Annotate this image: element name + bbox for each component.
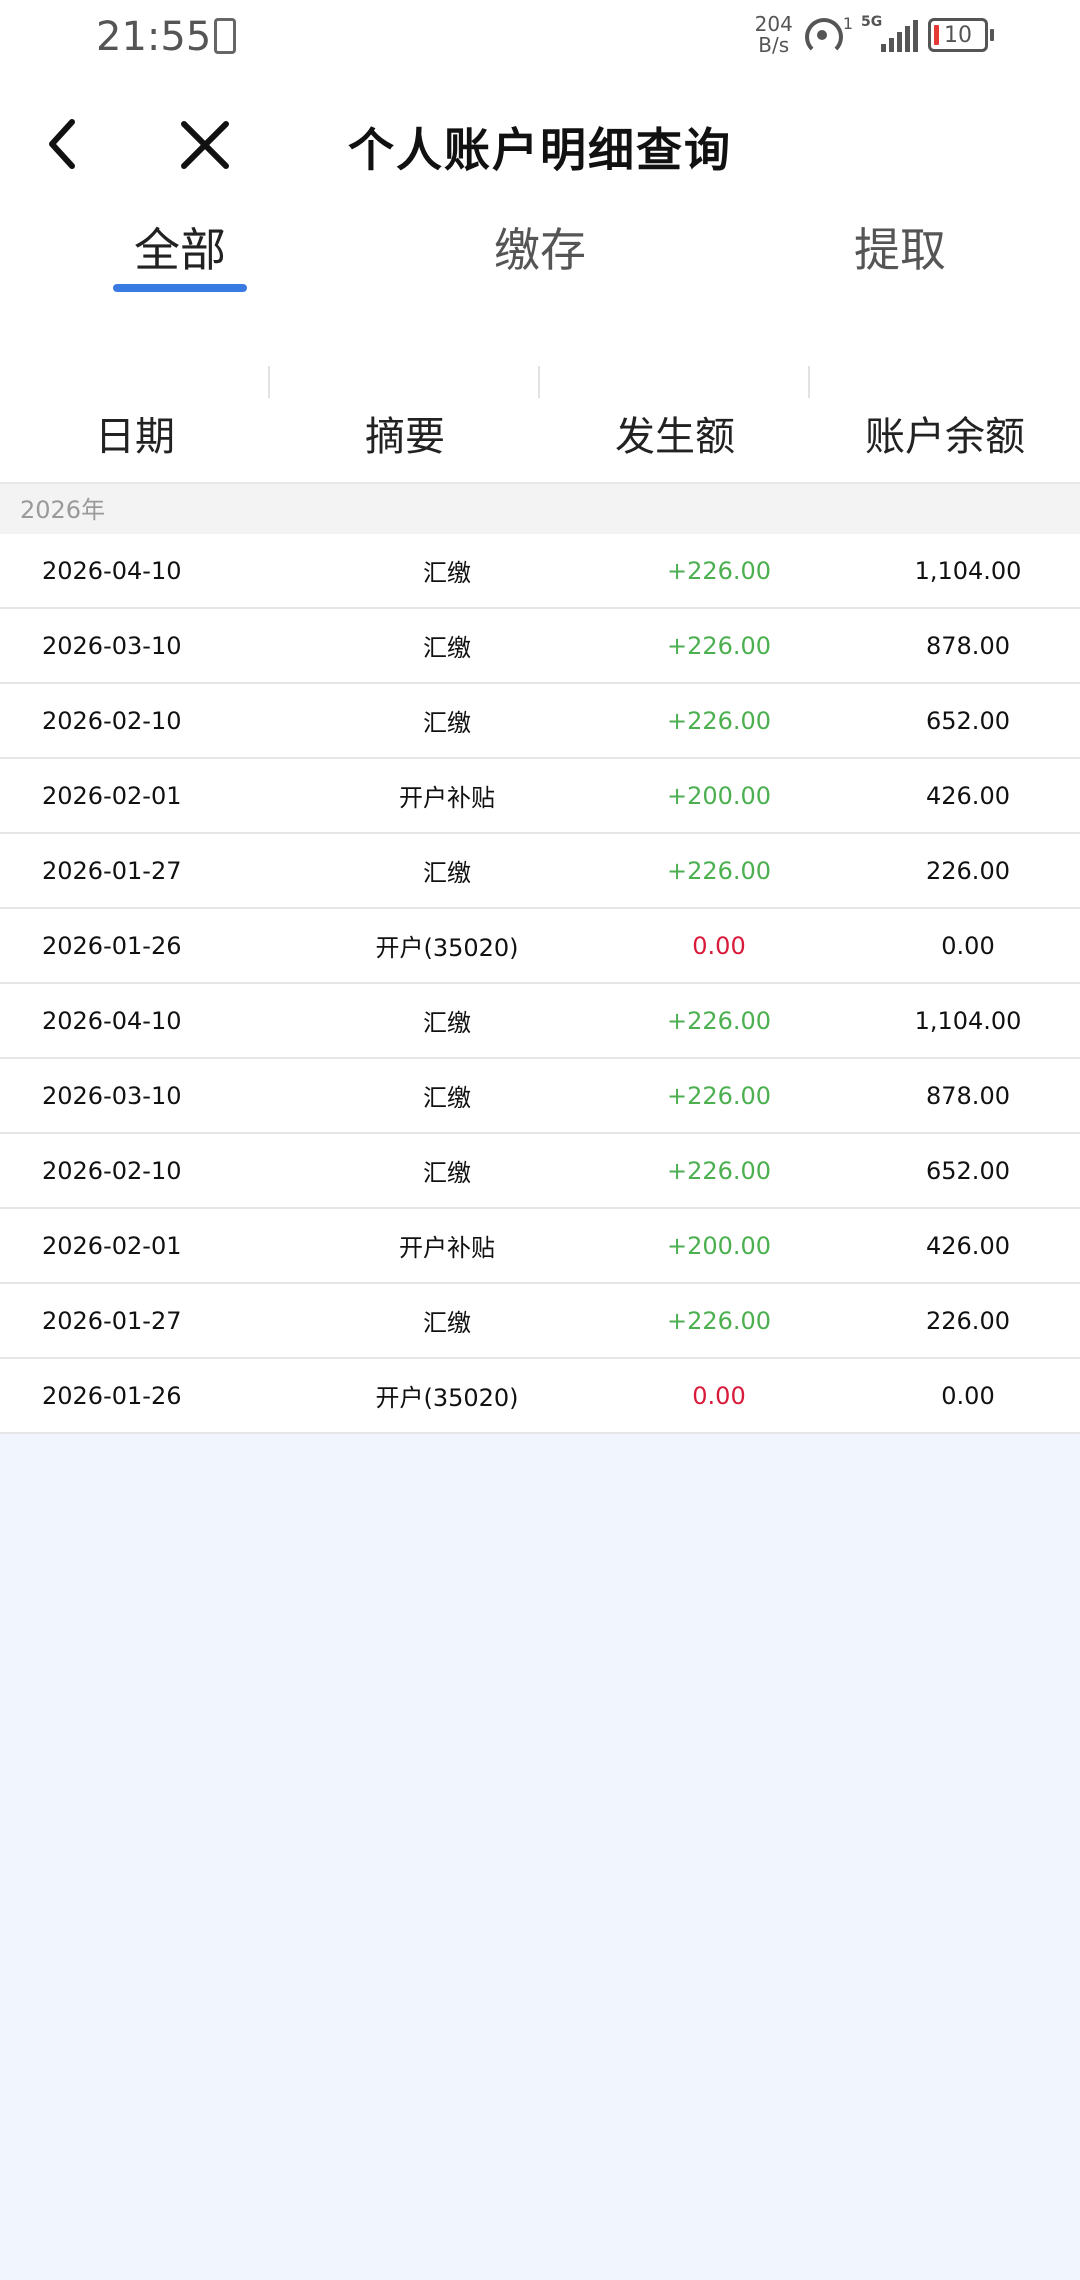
year-group-header: 2026年 [0,484,1080,534]
cell-amount: 0.00 [692,931,746,960]
cell-balance: 652.00 [926,1156,1010,1185]
column-header-summary: 摘要 [270,348,540,482]
cell-date: 2026-02-01 [42,781,182,810]
table-row[interactable]: 2026-01-27 汇缴 +226.00 226.00 [0,1284,1080,1359]
battery-level: 10 [944,22,972,48]
column-label: 日期 [95,414,175,460]
table-row[interactable]: 2026-01-27 汇缴 +226.00 226.00 [0,834,1080,909]
cell-summary: 汇缴 [423,1159,471,1187]
status-icons: 204 B/s 1 5G 10 [755,14,994,56]
cell-balance: 226.00 [926,1306,1010,1335]
column-label: 摘要 [365,414,445,460]
page-title: 个人账户明细查询 [348,123,732,177]
table-row[interactable]: 2026-02-10 汇缴 +226.00 652.00 [0,684,1080,759]
cell-balance: 226.00 [926,856,1010,885]
cell-summary: 汇缴 [423,1084,471,1112]
nav-bar: 个人账户明细查询 [0,74,1080,208]
cell-date: 2026-03-10 [42,1081,182,1110]
tab-withdraw[interactable]: 提取 [720,208,1080,348]
cell-balance: 1,104.00 [914,556,1022,585]
cell-date: 2026-02-01 [42,1231,182,1260]
status-time: 21:55 [96,14,212,60]
table-row[interactable]: 2026-02-01 开户补贴 +200.00 426.00 [0,759,1080,834]
app-top: 21:55 204 B/s 1 5G 10 个人账户明细查询 全部 缴存 提取 … [0,0,1080,484]
table-header: 日期 摘要 发生额 账户余额 [0,348,1080,484]
cell-amount: 0.00 [692,1381,746,1410]
column-label: 发生额 [615,414,735,460]
hotspot-icon [803,16,843,56]
cell-amount: +200.00 [666,1231,772,1260]
network-type: 5G [861,14,883,30]
cell-summary: 开户补贴 [399,1234,495,1262]
cell-date: 2026-01-26 [42,1381,182,1410]
tab-deposit[interactable]: 缴存 [360,208,720,348]
speed-unit: B/s [758,33,790,57]
column-header-balance: 账户余额 [810,348,1080,482]
signal-icon: 5G [861,14,918,52]
cell-balance: 1,104.00 [914,1006,1022,1035]
cell-date: 2026-01-27 [42,1306,182,1335]
cell-amount: +226.00 [666,1156,772,1185]
cell-date: 2026-04-10 [42,1006,182,1035]
cell-date: 2026-03-10 [42,631,182,660]
cell-balance: 426.00 [926,781,1010,810]
cell-summary: 开户补贴 [399,784,495,812]
table-row[interactable]: 2026-02-01 开户补贴 +200.00 426.00 [0,1209,1080,1284]
cell-date: 2026-01-27 [42,856,182,885]
cell-amount: +226.00 [666,706,772,735]
status-bar: 21:55 204 B/s 1 5G 10 [0,0,1080,74]
column-header-amount: 发生额 [540,348,810,482]
cell-summary: 开户(35020) [375,934,519,962]
cell-balance: 878.00 [926,1081,1010,1110]
cell-summary: 汇缴 [423,634,471,662]
active-tab-indicator [113,284,247,292]
cell-summary: 汇缴 [423,859,471,887]
tab-label: 全部 [134,223,226,277]
cell-date: 2026-01-26 [42,931,182,960]
cell-balance: 878.00 [926,631,1010,660]
speed-value: 204 [754,12,793,36]
cell-amount: +226.00 [666,1006,772,1035]
tab-bar: 全部 缴存 提取 [0,208,1080,348]
cell-amount: +226.00 [666,1306,772,1335]
cell-balance: 0.00 [941,1381,995,1410]
transaction-list: 2026-04-10 汇缴 +226.00 1,104.00 2026-03-10 汇缴 +… [0,534,1080,1434]
column-label: 账户余额 [865,414,1025,460]
cell-amount: +200.00 [666,781,772,810]
cell-date: 2026-04-10 [42,556,182,585]
tab-all[interactable]: 全部 [0,208,360,348]
tab-label: 缴存 [494,223,586,277]
table-row[interactable]: 2026-01-26 开户(35020) 0.00 0.00 [0,1359,1080,1434]
table-row[interactable]: 2026-03-10 汇缴 +226.00 878.00 [0,1059,1080,1134]
cell-summary: 开户(35020) [375,1384,519,1412]
column-header-date: 日期 [0,348,270,482]
cell-amount: +226.00 [666,631,772,660]
table-row[interactable]: 2026-01-26 开户(35020) 0.00 0.00 [0,909,1080,984]
cell-balance: 0.00 [941,931,995,960]
table-row[interactable]: 2026-04-10 汇缴 +226.00 1,104.00 [0,534,1080,609]
cell-date: 2026-02-10 [42,1156,182,1185]
cell-summary: 汇缴 [423,709,471,737]
cell-summary: 汇缴 [423,1009,471,1037]
cell-amount: +226.00 [666,556,772,585]
cell-amount: +226.00 [666,856,772,885]
cell-summary: 汇缴 [423,559,471,587]
network-speed: 204 B/s [755,14,793,56]
table-row[interactable]: 2026-04-10 汇缴 +226.00 1,104.00 [0,984,1080,1059]
table-row[interactable]: 2026-02-10 汇缴 +226.00 652.00 [0,1134,1080,1209]
hotspot-count: 1 [842,14,853,33]
tab-label: 提取 [854,223,946,277]
phone-icon [214,18,236,54]
cell-date: 2026-02-10 [42,706,182,735]
cell-summary: 汇缴 [423,1309,471,1337]
cell-balance: 426.00 [926,1231,1010,1260]
cell-balance: 652.00 [926,706,1010,735]
cell-amount: +226.00 [666,1081,772,1110]
battery-icon: 10 [928,18,994,52]
table-row[interactable]: 2026-03-10 汇缴 +226.00 878.00 [0,609,1080,684]
